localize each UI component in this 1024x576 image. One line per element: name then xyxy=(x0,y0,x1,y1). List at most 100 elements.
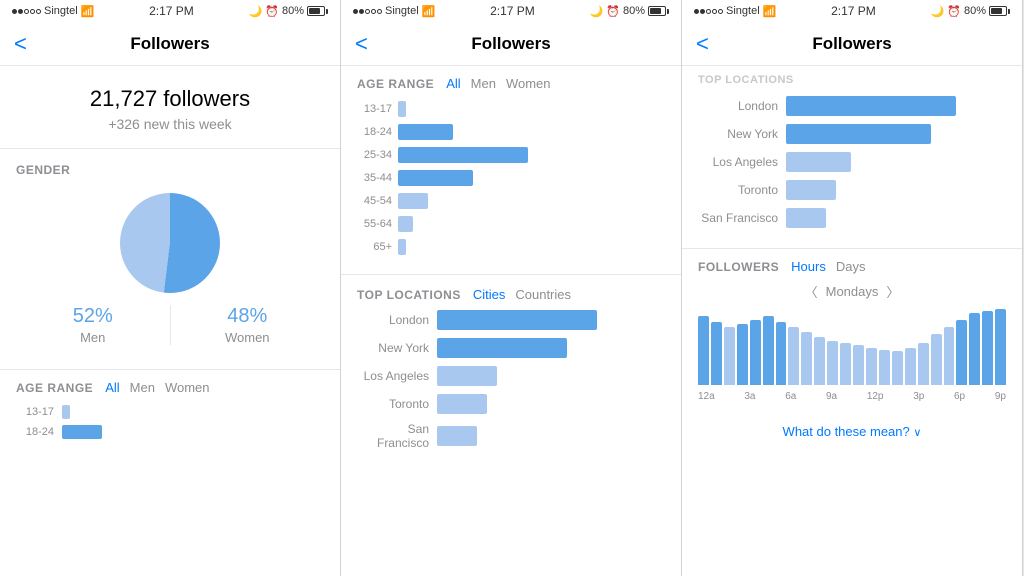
hour-bar-12 xyxy=(853,345,864,385)
hour-label-9p: 9p xyxy=(995,391,1006,402)
age-range-label-1: AGE RANGE xyxy=(16,381,93,395)
age-chart-label-45: 45-54 xyxy=(357,195,392,207)
battery-text-2: 80% xyxy=(623,5,645,17)
status-right-3: 🌙 ⏰ 80% xyxy=(931,5,1010,18)
loc-bar-p3-newyork xyxy=(786,124,931,144)
day-nav: 〈 Mondays 〉 xyxy=(698,282,1006,301)
age-bar-18 xyxy=(62,425,102,439)
hour-bar-10 xyxy=(827,341,838,385)
age-chart-bar-55 xyxy=(398,216,413,232)
age-chart-row-18: 18-24 xyxy=(357,124,665,140)
age-chart-label-65: 65+ xyxy=(357,241,392,253)
age-label-18: 18-24 xyxy=(16,426,54,438)
loc-row-p3-la: Los Angeles xyxy=(698,152,1006,172)
hour-bar-21 xyxy=(969,313,980,385)
location-tabs-2: Cities Countries xyxy=(473,287,571,302)
followers-section-3: FOLLOWERS Hours Days 〈 Mondays 〉 12a 3a … xyxy=(682,249,1022,414)
time-tabs: Hours Days xyxy=(791,259,865,274)
hour-bar-18 xyxy=(931,334,942,385)
age-tab-women-1[interactable]: Women xyxy=(165,380,210,395)
status-bar-1: Singtel 📶 2:17 PM 🌙 ⏰ 80% xyxy=(0,0,340,22)
followers-section-header: FOLLOWERS Hours Days xyxy=(698,259,1006,274)
age-range-tabs-2: AGE RANGE All Men Women xyxy=(341,66,681,97)
back-button-2[interactable]: < xyxy=(355,31,368,57)
day-nav-label: Mondays xyxy=(826,284,879,299)
followers-count: 21,727 followers xyxy=(16,86,324,112)
location-bars-2: London New York Los Angeles Toronto San … xyxy=(341,310,681,470)
moon-icon-1: 🌙 xyxy=(249,5,263,18)
age-tab-all-1[interactable]: All xyxy=(105,380,119,395)
time-1: 2:17 PM xyxy=(149,4,194,18)
age-tab-women-2[interactable]: Women xyxy=(506,76,551,91)
hour-label-6a: 6a xyxy=(785,391,796,402)
alarm-icon-2: ⏰ xyxy=(606,5,620,18)
time-tab-days[interactable]: Days xyxy=(836,259,866,274)
hour-bar-19 xyxy=(944,327,955,385)
age-tab-men-1[interactable]: Men xyxy=(130,380,155,395)
carrier-1: Singtel xyxy=(44,5,78,17)
hour-label-3p: 3p xyxy=(913,391,924,402)
loc-name-p3-toronto: Toronto xyxy=(698,183,778,197)
hour-bar-7 xyxy=(788,327,799,385)
back-button-3[interactable]: < xyxy=(696,31,709,57)
hour-bar-14 xyxy=(879,350,890,385)
hour-bar-11 xyxy=(840,343,851,385)
age-range-label-2: AGE RANGE xyxy=(357,77,434,91)
age-chart-row-55: 55-64 xyxy=(357,216,665,232)
hour-bar-13 xyxy=(866,348,877,385)
panel-3-content: TOP LOCATIONS London New York Los Angele… xyxy=(682,66,1022,576)
hour-label-12a: 12a xyxy=(698,391,715,402)
age-range-section-1: AGE RANGE All Men Women 13-17 18-24 xyxy=(0,370,340,449)
chevron-down-icon: ∨ xyxy=(913,427,921,439)
moon-icon-2: 🌙 xyxy=(590,5,604,18)
carrier-3: Singtel xyxy=(726,5,760,17)
age-chart-bar-13 xyxy=(398,101,406,117)
what-mean-link[interactable]: What do these mean? ∨ xyxy=(682,414,1022,449)
loc-bar-p3-sf xyxy=(786,208,826,228)
loc-row-p3-newyork: New York xyxy=(698,124,1006,144)
hour-bar-1 xyxy=(711,322,722,385)
loc-name-p3-sf: San Francisco xyxy=(698,211,778,225)
hour-bar-17 xyxy=(918,343,929,385)
hour-label-12p: 12p xyxy=(867,391,884,402)
location-tab-countries[interactable]: Countries xyxy=(515,287,571,302)
wifi-icon-2: 📶 xyxy=(422,5,436,18)
back-button-1[interactable]: < xyxy=(14,31,27,57)
women-stat: 48% Women xyxy=(171,305,325,345)
hour-bar-15 xyxy=(892,351,903,385)
age-chart-label-25: 25-34 xyxy=(357,149,392,161)
hour-bar-23 xyxy=(995,309,1006,385)
hour-bar-9 xyxy=(814,337,825,385)
panel-2-content: AGE RANGE All Men Women 13-17 18-24 25-3… xyxy=(341,66,681,576)
panel-2: Singtel 📶 2:17 PM 🌙 ⏰ 80% < Followers AG… xyxy=(341,0,682,576)
time-2: 2:17 PM xyxy=(490,4,535,18)
age-chart-row-65: 65+ xyxy=(357,239,665,255)
time-tab-hours[interactable]: Hours xyxy=(791,259,826,274)
signal-1 xyxy=(12,9,41,14)
top-locations-header-2: TOP LOCATIONS Cities Countries xyxy=(341,275,681,310)
age-tab-men-2[interactable]: Men xyxy=(471,76,496,91)
loc-row-toronto: Toronto xyxy=(357,394,665,414)
nav-bar-1: < Followers xyxy=(0,22,340,66)
age-tab-all-2[interactable]: All xyxy=(446,76,460,91)
followers-section-label: FOLLOWERS xyxy=(698,260,779,274)
age-bar-13 xyxy=(62,405,70,419)
age-row-13-17: 13-17 xyxy=(16,405,324,419)
location-tab-cities[interactable]: Cities xyxy=(473,287,506,302)
loc-bar-toronto xyxy=(437,394,487,414)
loc-row-london: London xyxy=(357,310,665,330)
day-nav-right[interactable]: 〉 xyxy=(886,282,899,301)
status-bar-2: Singtel 📶 2:17 PM 🌙 ⏰ 80% xyxy=(341,0,681,22)
hour-label-6p: 6p xyxy=(954,391,965,402)
top-locations-label-2: TOP LOCATIONS xyxy=(357,288,461,302)
age-bars-1: 13-17 18-24 xyxy=(16,401,324,449)
age-tab-options-2: All Men Women xyxy=(446,76,550,91)
status-left-3: Singtel 📶 xyxy=(694,5,776,18)
hour-bar-2 xyxy=(724,327,735,385)
men-stat: 52% Men xyxy=(16,305,171,345)
day-nav-left[interactable]: 〈 xyxy=(805,282,818,301)
hour-bar-8 xyxy=(801,332,812,385)
women-percent: 48% xyxy=(171,305,325,328)
age-row-18-24: 18-24 xyxy=(16,425,324,439)
loc-row-p3-toronto: Toronto xyxy=(698,180,1006,200)
